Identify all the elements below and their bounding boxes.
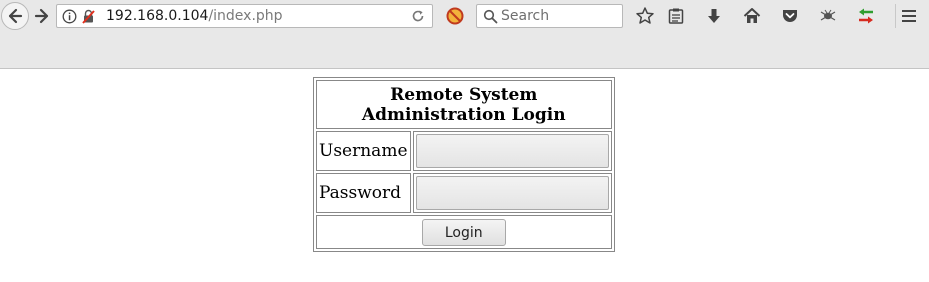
home-button[interactable] (741, 5, 763, 27)
toolbar-divider (895, 4, 896, 28)
reload-button[interactable] (410, 8, 426, 28)
username-cell (412, 131, 612, 171)
home-icon (743, 8, 761, 23)
site-info-button[interactable] (62, 9, 77, 28)
login-button-cell: Login (316, 215, 612, 249)
login-form-table: Remote System Administration Login Usern… (313, 77, 615, 252)
bug-extension-icon (820, 9, 836, 21)
password-cell (412, 173, 612, 213)
forward-button[interactable] (31, 6, 53, 26)
insecure-lock-icon (82, 9, 95, 24)
proxy-arrows-icon (859, 8, 873, 24)
bookmark-button[interactable] (634, 5, 656, 27)
password-input[interactable] (415, 176, 609, 210)
url-bar[interactable]: 192.168.0.104/index.php (56, 4, 457, 28)
login-title: Remote System Administration Login (316, 80, 612, 129)
download-icon (708, 9, 720, 23)
hamburger-menu-icon (902, 10, 916, 22)
star-icon (636, 7, 654, 24)
search-placeholder: Search (501, 8, 550, 24)
reload-icon (412, 10, 424, 22)
proxy-button[interactable] (855, 5, 877, 27)
url-path: /index.php (208, 8, 283, 24)
forward-arrow-icon (34, 8, 49, 24)
extension-button[interactable] (817, 5, 839, 27)
reading-list-button[interactable] (665, 5, 687, 27)
password-label: Password (316, 173, 411, 213)
pocket-button[interactable] (779, 5, 801, 27)
info-icon (62, 9, 77, 24)
back-button[interactable] (1, 2, 29, 30)
menu-button[interactable] (898, 5, 920, 27)
downloads-button[interactable] (703, 5, 725, 27)
url-text[interactable]: 192.168.0.104/index.php (106, 8, 283, 24)
login-button[interactable]: Login (421, 219, 506, 246)
username-label: Username (316, 131, 411, 171)
addon-button[interactable] (445, 6, 465, 30)
blocked-addon-icon (446, 7, 464, 25)
url-host: 192.168.0.104 (106, 8, 209, 24)
pocket-icon (783, 10, 797, 22)
reading-list-icon (668, 8, 684, 24)
username-input[interactable] (415, 134, 609, 168)
browser-toolbar: 192.168.0.104/index.php Search (0, 0, 929, 69)
connection-security-button[interactable] (81, 9, 96, 28)
search-icon (483, 9, 498, 24)
back-arrow-icon (8, 8, 23, 24)
search-bar[interactable]: Search (476, 4, 623, 28)
